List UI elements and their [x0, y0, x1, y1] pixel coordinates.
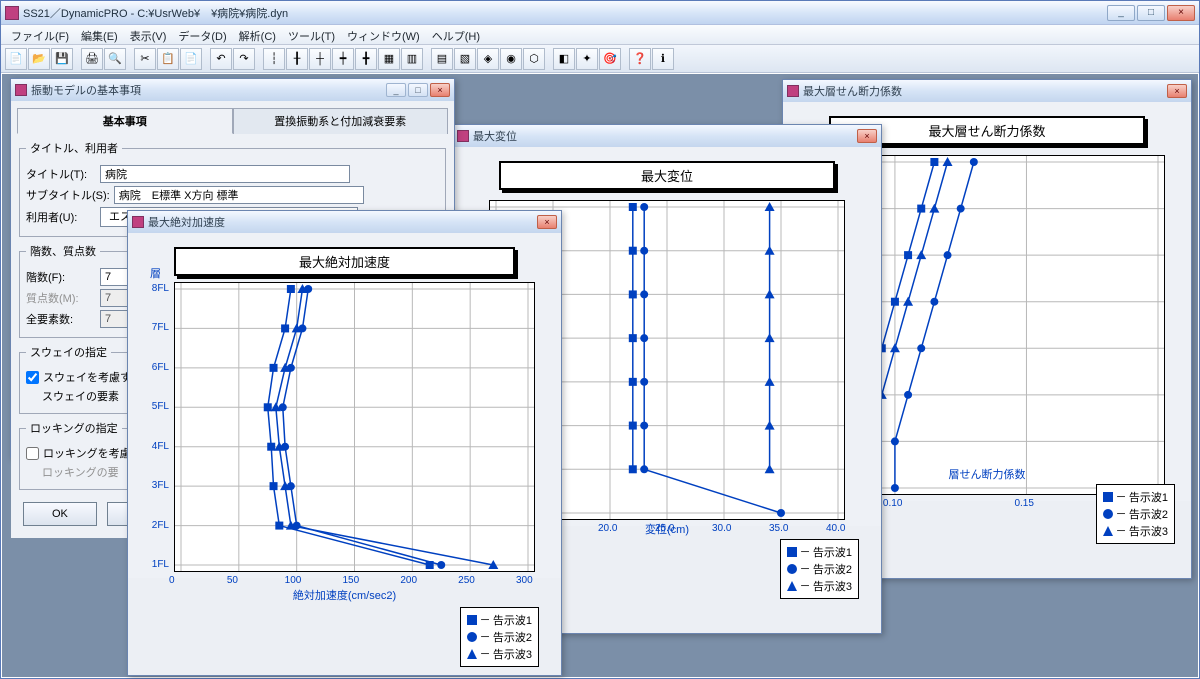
tb-save-icon[interactable]: 💾: [51, 48, 73, 70]
mdi-area: 最大層せん断力係数 × 最大層せん断力係数 0.100.150.20 層せん断力…: [2, 74, 1198, 677]
app-icon: [5, 6, 19, 20]
chart-accel-plot: 0501001502002503001FL2FL3FL4FL5FL6FL7FL8…: [174, 282, 535, 572]
minimize-button[interactable]: _: [1107, 5, 1135, 21]
child-close-icon[interactable]: ×: [857, 129, 877, 143]
window-icon: [457, 130, 469, 142]
total-field: [100, 310, 130, 328]
tb-tool1-icon[interactable]: ┆: [263, 48, 285, 70]
tb-tool12-icon[interactable]: ⬡: [523, 48, 545, 70]
menu-window[interactable]: ウィンドウ(W): [341, 25, 426, 44]
maximize-button[interactable]: □: [1137, 5, 1165, 21]
tb-tool15-icon[interactable]: 🎯: [599, 48, 621, 70]
window-icon: [15, 84, 27, 96]
tb-tool9-icon[interactable]: ▧: [454, 48, 476, 70]
tb-tool3-icon[interactable]: ┼: [309, 48, 331, 70]
tb-tool14-icon[interactable]: ✦: [576, 48, 598, 70]
tb-copy-icon[interactable]: 📋: [157, 48, 179, 70]
child-close-icon[interactable]: ×: [430, 83, 450, 97]
chart-accel-legend: ─告示波1 ─告示波2 ─告示波3: [460, 607, 539, 667]
chart-shear-wtitle: 最大層せん断力係数: [803, 83, 1167, 99]
tb-tool7-icon[interactable]: ▥: [401, 48, 423, 70]
tb-tool2-icon[interactable]: ╂: [286, 48, 308, 70]
tab-basic[interactable]: 基本事項: [17, 108, 233, 134]
dialog-title: 振動モデルの基本事項: [31, 82, 386, 98]
menu-help[interactable]: ヘルプ(H): [426, 25, 486, 44]
tb-tool8-icon[interactable]: ▤: [431, 48, 453, 70]
menu-tool[interactable]: ツール(T): [282, 25, 341, 44]
menu-edit[interactable]: 編集(E): [75, 25, 124, 44]
close-button[interactable]: ×: [1167, 5, 1195, 21]
chart-accel-wtitle: 最大絶対加速度: [148, 214, 537, 230]
subtitle-field[interactable]: [114, 186, 364, 204]
child-close-icon[interactable]: ×: [537, 215, 557, 229]
menu-data[interactable]: データ(D): [172, 25, 232, 44]
tb-cut-icon[interactable]: ✂: [134, 48, 156, 70]
tb-tool5-icon[interactable]: ╋: [355, 48, 377, 70]
window-icon: [132, 216, 144, 228]
tb-new-icon[interactable]: 📄: [5, 48, 27, 70]
chart-shear-legend: ─告示波1 ─告示波2 ─告示波3: [1096, 484, 1175, 544]
tb-tool11-icon[interactable]: ◉: [500, 48, 522, 70]
menubar: ファイル(F) 編集(E) 表示(V) データ(D) 解析(C) ツール(T) …: [1, 25, 1199, 45]
main-titlebar[interactable]: SS21／DynamicPRO - C:¥UsrWeb¥ ¥病院¥病院.dyn …: [1, 1, 1199, 25]
tb-info-icon[interactable]: ℹ: [652, 48, 674, 70]
menu-file[interactable]: ファイル(F): [5, 25, 75, 44]
title-field[interactable]: [100, 165, 350, 183]
chart-disp-wtitle: 最大変位: [473, 128, 857, 144]
chart-disp-legend: ─告示波1 ─告示波2 ─告示波3: [780, 539, 859, 599]
rocking-checkbox[interactable]: [26, 447, 39, 460]
window-icon: [787, 85, 799, 97]
toolbar: 📄 📂 💾 🖨 🔍 ✂ 📋 📄 ↶ ↷ ┆ ╂ ┼ ┿ ╋ ▦ ▥ ▤ ▧ ◈ …: [1, 45, 1199, 73]
tb-print-icon[interactable]: 🖨: [81, 48, 103, 70]
main-window: SS21／DynamicPRO - C:¥UsrWeb¥ ¥病院¥病院.dyn …: [0, 0, 1200, 679]
chart-disp-title: 最大変位: [499, 161, 835, 190]
menu-view[interactable]: 表示(V): [124, 25, 173, 44]
sway-checkbox[interactable]: [26, 371, 39, 384]
chart-accel-title: 最大絶対加速度: [174, 247, 515, 276]
tb-paste-icon[interactable]: 📄: [180, 48, 202, 70]
tb-tool6-icon[interactable]: ▦: [378, 48, 400, 70]
tab-damping[interactable]: 置換振動系と付加減衰要素: [233, 108, 449, 134]
child-close-icon[interactable]: ×: [1167, 84, 1187, 98]
tb-tool4-icon[interactable]: ┿: [332, 48, 354, 70]
tb-tool10-icon[interactable]: ◈: [477, 48, 499, 70]
child-max-icon[interactable]: □: [408, 83, 428, 97]
tb-undo-icon[interactable]: ↶: [210, 48, 232, 70]
tb-open-icon[interactable]: 📂: [28, 48, 50, 70]
tb-preview-icon[interactable]: 🔍: [104, 48, 126, 70]
menu-analysis[interactable]: 解析(C): [233, 25, 282, 44]
floors-field[interactable]: [100, 268, 130, 286]
chart-accel-ylabel: 層: [150, 265, 161, 281]
chart-window-accel[interactable]: 最大絶対加速度 × 最大絶対加速度 層 0501001502002503001F…: [127, 210, 562, 676]
tb-tool13-icon[interactable]: ◧: [553, 48, 575, 70]
ok-button[interactable]: OK: [23, 502, 97, 526]
masses-field: [100, 289, 130, 307]
window-title: SS21／DynamicPRO - C:¥UsrWeb¥ ¥病院¥病院.dyn: [23, 5, 1107, 21]
chart-accel-xlabel: 絶対加速度(cm/sec2): [128, 587, 561, 603]
tb-help-icon[interactable]: ❓: [629, 48, 651, 70]
tb-redo-icon[interactable]: ↷: [233, 48, 255, 70]
child-min-icon[interactable]: _: [386, 83, 406, 97]
